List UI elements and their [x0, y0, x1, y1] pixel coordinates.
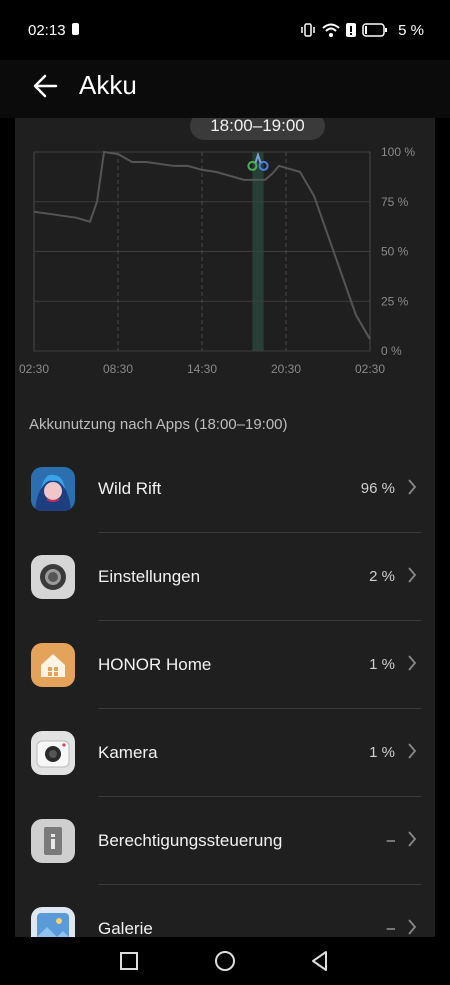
chevron-right-icon [408, 919, 417, 935]
recent-apps-icon[interactable] [117, 949, 141, 973]
status-bar: 02:13 5 % [0, 0, 450, 60]
page-title: Akku [79, 70, 137, 100]
selected-range-tooltip: 18:00–19:00 [190, 118, 325, 140]
y-tick-label: 100 % [381, 145, 415, 159]
battery-icon [362, 23, 388, 37]
wifi-icon [322, 23, 340, 37]
status-icons: 5 % [300, 20, 424, 40]
chevron-right-icon [408, 743, 417, 759]
app-bar: Akku [0, 60, 450, 118]
wild-rift-icon [31, 467, 75, 511]
home-icon [31, 643, 75, 687]
battery-card: 100 % 75 % 50 % 25 % 0 % 02:30 08:30 14:30 20:30… [15, 118, 435, 948]
app-percent: – [386, 832, 395, 849]
chevron-right-icon [408, 479, 417, 495]
y-tick-label: 0 % [381, 344, 402, 358]
section-title: Akkunutzung nach Apps (18:00–19:00) [29, 416, 288, 433]
app-name: Kamera [98, 743, 158, 762]
list-item-kamera[interactable]: Kamera 1 % [15, 709, 435, 797]
x-tick-label: 08:30 [103, 362, 133, 376]
y-tick-label: 50 % [381, 245, 409, 259]
back-arrow-icon[interactable] [30, 70, 62, 102]
app-name: Galerie [98, 919, 153, 938]
permission-icon [31, 819, 75, 863]
status-time: 02:13 [28, 22, 66, 39]
app-name: Berechtigungssteuerung [98, 831, 283, 850]
list-item-wild-rift[interactable]: Wild Rift 96 % [15, 445, 435, 533]
list-item-honor-home[interactable]: HONOR Home 1 % [15, 621, 435, 709]
chevron-right-icon [408, 567, 417, 583]
app-name: Einstellungen [98, 567, 201, 586]
y-tick-label: 25 % [381, 294, 409, 308]
y-tick-label: 75 % [381, 195, 409, 209]
camera-icon [31, 731, 75, 775]
alert-icon [72, 23, 79, 35]
battery-percent: 5 % [398, 21, 424, 39]
list-item-berechtigungssteuerung[interactable]: Berechtigungssteuerung – [15, 797, 435, 885]
battery-chart[interactable]: 100 % 75 % 50 % 25 % 0 % 02:30 08:30 14:30 20:30… [15, 118, 435, 388]
chevron-right-icon [408, 831, 417, 847]
app-percent: 96 % [360, 480, 395, 497]
list-item-einstellungen[interactable]: Einstellungen 2 % [15, 533, 435, 621]
navigation-bar [0, 937, 450, 985]
app-percent: 1 % [369, 656, 395, 673]
app-percent: 1 % [369, 744, 395, 761]
app-percent: – [386, 920, 395, 937]
warning-icon [346, 23, 357, 37]
x-tick-label: 02:30 [355, 362, 385, 376]
app-percent: 2 % [369, 568, 395, 585]
app-name: HONOR Home [98, 655, 212, 674]
x-tick-label: 14:30 [187, 362, 217, 376]
vibrate-icon [301, 23, 315, 37]
home-button-icon[interactable] [213, 949, 237, 973]
app-usage-list: Wild Rift 96 % Einstellungen 2 % HONOR H… [15, 445, 435, 948]
app-name: Wild Rift [98, 479, 162, 498]
settings-icon [31, 555, 75, 599]
x-tick-label: 02:30 [19, 362, 49, 376]
back-button-icon[interactable] [308, 949, 332, 973]
chevron-right-icon [408, 655, 417, 671]
x-tick-label: 20:30 [271, 362, 301, 376]
